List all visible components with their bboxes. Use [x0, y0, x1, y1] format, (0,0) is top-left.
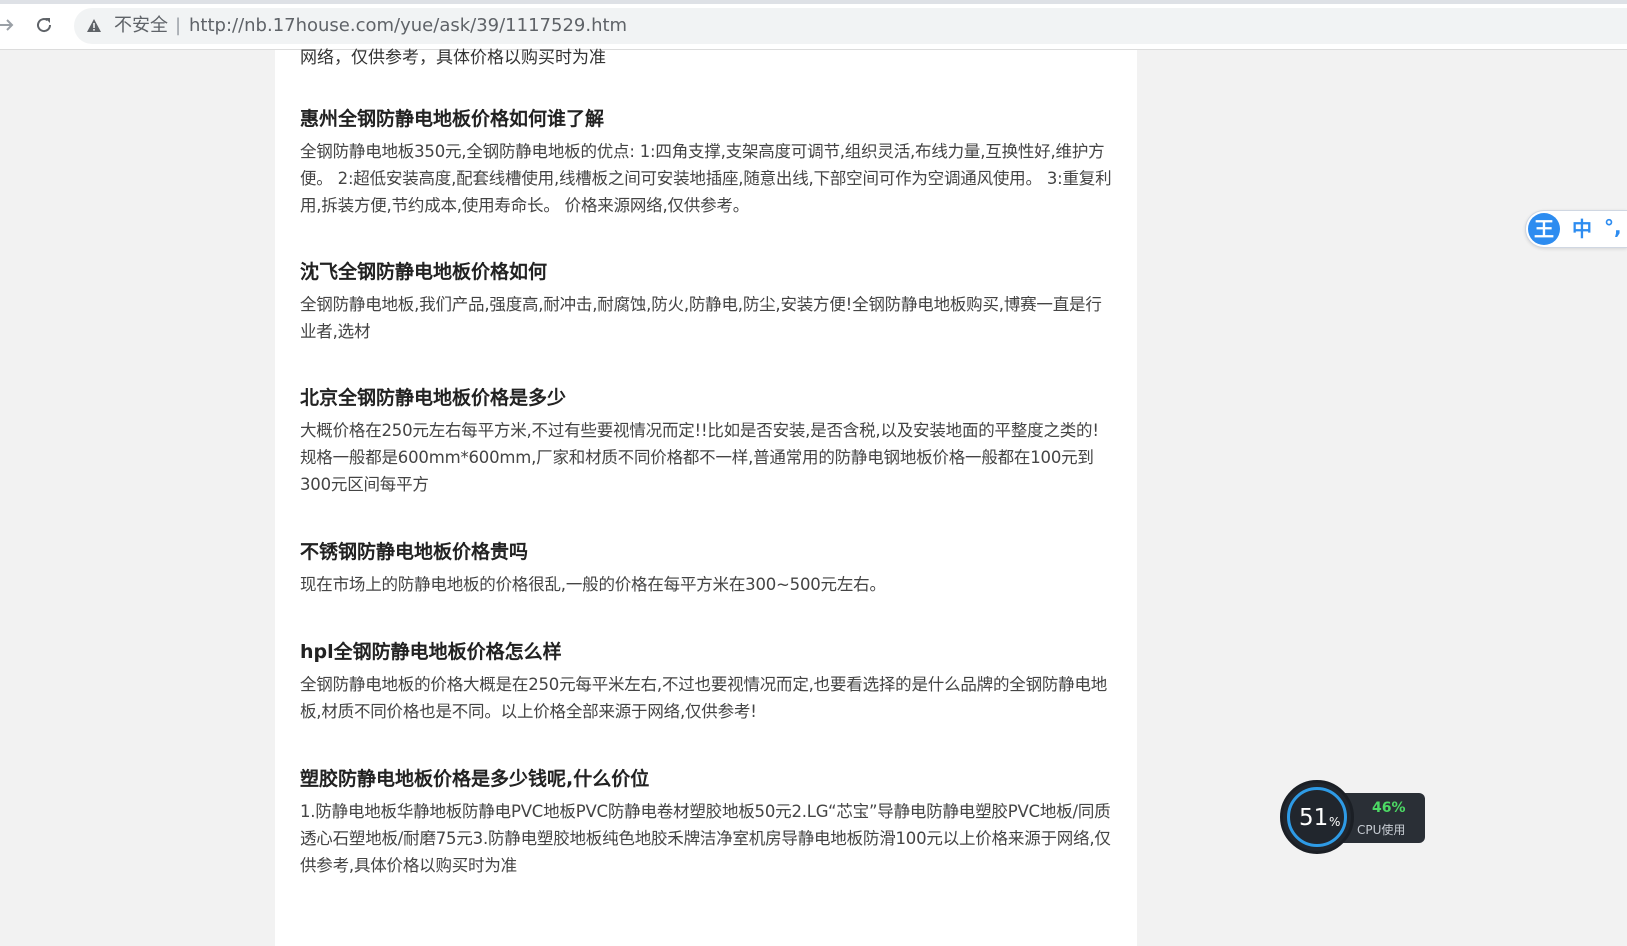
qa-item: 沈飞全钢防静电地板价格如何 全钢防静电地板,我们产品,强度高,耐冲击,耐腐蚀,防…: [300, 259, 1115, 345]
article-content: 网络，仅供参考，具体价格以购买时为准 惠州全钢防静电地板价格如何谁了解 全钢防静…: [275, 48, 1137, 946]
reload-button[interactable]: [30, 11, 58, 39]
qa-title[interactable]: 北京全钢防静电地板价格是多少: [300, 385, 1115, 411]
cpu-usage-value: 46%: [1372, 800, 1406, 816]
clipped-paragraph-line: 网络，仅供参考，具体价格以购买时为准: [300, 48, 606, 68]
qa-answer: 大概价格在250元左右每平方米,不过有些要视情况而定!!比如是否安装,是否含税,…: [300, 421, 1099, 494]
forward-button[interactable]: [0, 11, 20, 39]
address-separator: |: [175, 15, 182, 36]
qa-item: 塑胶防静电地板价格是多少钱呢,什么价位 1.防静电地板华静地板防静电PVC地板P…: [300, 766, 1115, 879]
qa-answer: 全钢防静电地板的价格大概是在250元每平米左右,不过也要视情况而定,也要看选择的…: [300, 675, 1108, 721]
system-monitor-widget[interactable]: 46% CPU使用 51 %: [1280, 780, 1425, 855]
qa-item: hpl全钢防静电地板价格怎么样 全钢防静电地板的价格大概是在250元每平米左右,…: [300, 639, 1115, 725]
memory-usage-unit: %: [1329, 815, 1341, 829]
security-status-label[interactable]: 不安全: [114, 16, 168, 36]
qa-answer: 全钢防静电地板,我们产品,强度高,耐冲击,耐腐蚀,防火,防静电,防尘,安装方便!…: [300, 295, 1102, 341]
qa-answer: 全钢防静电地板350元,全钢防静电地板的优点: 1:四角支撑,支架高度可调节,组…: [300, 142, 1112, 215]
qa-item: 北京全钢防静电地板价格是多少 大概价格在250元左右每平方米,不过有些要视情况而…: [300, 385, 1115, 498]
qa-title[interactable]: 沈飞全钢防静电地板价格如何: [300, 259, 1115, 285]
tab-strip: [0, 0, 1627, 4]
qa-title[interactable]: 惠州全钢防静电地板价格如何谁了解: [300, 106, 1115, 132]
ime-logo-icon[interactable]: 王: [1528, 213, 1560, 245]
qa-title[interactable]: 不锈钢防静电地板价格贵吗: [300, 539, 1115, 565]
url-text[interactable]: http://nb.17house.com/yue/ask/39/1117529…: [189, 16, 627, 36]
qa-item: 惠州全钢防静电地板价格如何谁了解 全钢防静电地板350元,全钢防静电地板的优点:…: [300, 106, 1115, 219]
ime-toolbar[interactable]: 王 中 °,: [1525, 210, 1627, 248]
arrow-right-icon: [0, 19, 14, 31]
memory-usage-value: 51: [1299, 805, 1329, 831]
memory-gauge[interactable]: 51 %: [1280, 780, 1354, 854]
qa-answer: 现在市场上的防静电地板的价格很乱,一般的价格在每平方米在300~500元左右。: [300, 575, 886, 594]
ime-punctuation-toggle[interactable]: °,: [1604, 215, 1622, 239]
qa-answer: 1.防静电地板华静地板防静电PVC地板PVC防静电卷材塑胶地板50元2.LG“芯…: [300, 802, 1111, 875]
ime-language-toggle[interactable]: 中: [1572, 217, 1592, 241]
cpu-usage-label: CPU使用: [1357, 823, 1406, 837]
qa-title[interactable]: hpl全钢防静电地板价格怎么样: [300, 639, 1115, 665]
address-bar[interactable]: 不安全 | http://nb.17house.com/yue/ask/39/1…: [74, 8, 1627, 44]
reload-icon: [37, 18, 52, 33]
qa-title[interactable]: 塑胶防静电地板价格是多少钱呢,什么价位: [300, 766, 1115, 792]
warning-icon[interactable]: [86, 18, 102, 34]
browser-toolbar: 不安全 | http://nb.17house.com/yue/ask/39/1…: [0, 0, 1627, 50]
qa-item: 不锈钢防静电地板价格贵吗 现在市场上的防静电地板的价格很乱,一般的价格在每平方米…: [300, 539, 1115, 598]
